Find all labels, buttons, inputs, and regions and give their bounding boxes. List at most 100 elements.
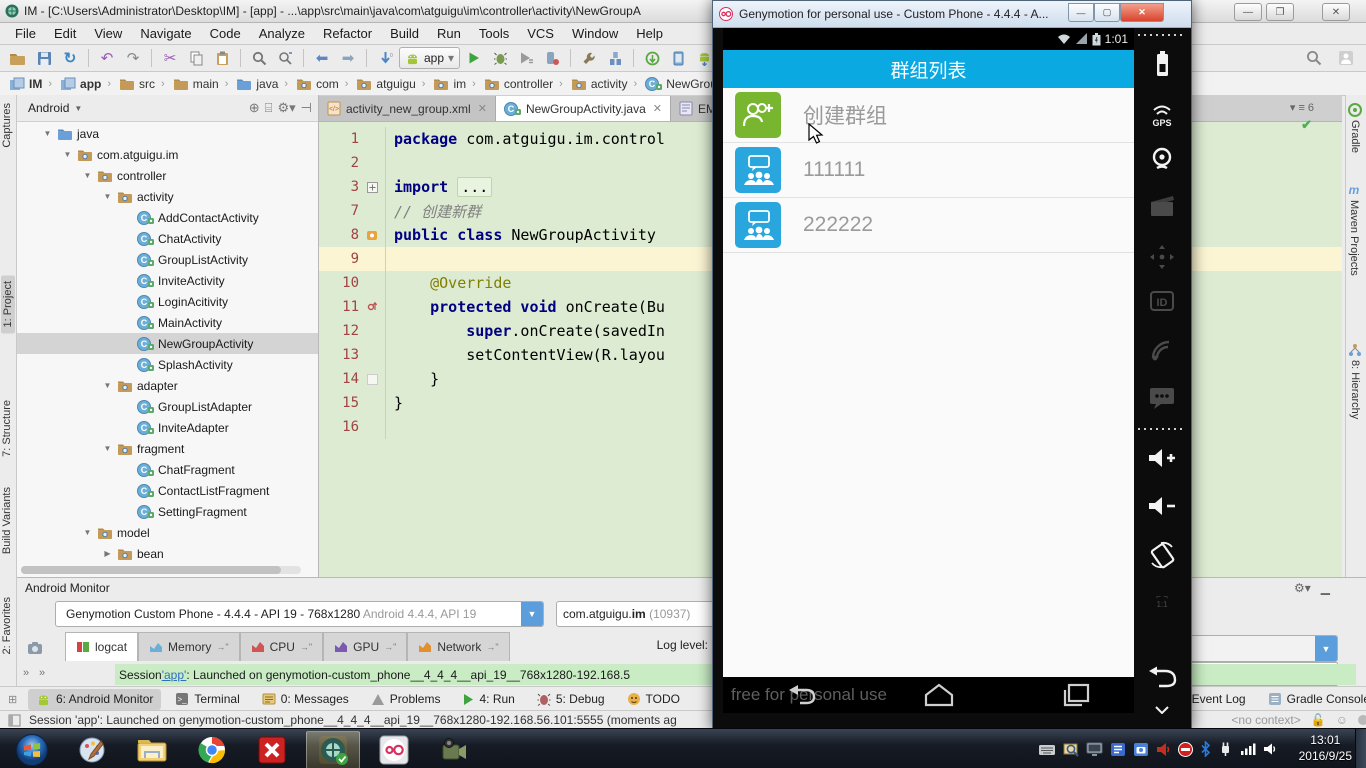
tree-item-model[interactable]: ▼ model (17, 522, 318, 543)
collapse-all-icon[interactable]: ⌸ (265, 100, 273, 116)
debug-icon[interactable] (488, 47, 512, 69)
android-back-button[interactable] (771, 681, 831, 709)
breadcrumb-com[interactable]: com › (293, 76, 353, 92)
emulator-maximize-button[interactable]: ▢ (1094, 3, 1120, 22)
breadcrumb-controller[interactable]: controller › (481, 76, 568, 92)
emulator-minimize-button[interactable]: — (1068, 3, 1094, 22)
close-tab-icon[interactable]: ✕ (478, 102, 487, 115)
expand-icon[interactable]: » (23, 667, 29, 679)
stripe-maven-projects[interactable]: m Maven Projects (1348, 183, 1360, 276)
tree-item-grouplistadapter[interactable]: C GroupListAdapter (17, 396, 318, 417)
hector-icon[interactable]: ☺ (1336, 713, 1348, 727)
inspection-widget[interactable]: ▾ ≡ 6 (1290, 101, 1314, 115)
undo-icon[interactable]: ↶ (95, 47, 119, 69)
tray-magnifier-icon[interactable] (1063, 741, 1079, 757)
hide-panel-icon[interactable]: ⊣ (301, 100, 312, 116)
genymotion-network-quality-button[interactable] (1134, 338, 1189, 362)
toolwindow-anchor-icon[interactable]: ⊞ (8, 693, 17, 706)
tree-item-inviteactivity[interactable]: C InviteActivity (17, 270, 318, 291)
run-config-selector[interactable]: app ▾ (399, 47, 461, 69)
toolwindow-todo[interactable]: TODO (619, 689, 688, 709)
tray-camera-tool-icon[interactable] (1133, 742, 1149, 757)
breadcrumb-app[interactable]: app › (57, 76, 116, 92)
stripe-1-project[interactable]: 1: Project (1, 275, 15, 334)
editor-tab-activity_new_group-xml[interactable]: </> activity_new_group.xml ✕ (319, 96, 496, 121)
breadcrumb-im[interactable]: im › (430, 76, 480, 92)
tree-item-fragment[interactable]: ▼ fragment (17, 438, 318, 459)
breadcrumb-atguigu[interactable]: atguigu › (353, 76, 430, 92)
gear-icon[interactable]: ⚙▾ (277, 100, 295, 116)
settings-wrench-icon[interactable] (577, 47, 601, 69)
editor-tab-newgroupactivity-java[interactable]: C NewGroupActivity.java ✕ (495, 96, 671, 121)
ide-close-button[interactable]: ✕ (1322, 3, 1350, 21)
group-list-item-222222[interactable]: 222222 (723, 198, 1134, 253)
tree-item-com.atguigu.im[interactable]: ▼ com.atguigu.im (17, 144, 318, 165)
menu-run[interactable]: Run (428, 24, 470, 43)
genymotion-more-button[interactable] (1134, 706, 1189, 714)
tree-item-grouplistactivity[interactable]: C GroupListActivity (17, 249, 318, 270)
project-horizontal-scrollbar[interactable] (21, 566, 301, 574)
tray-volume-icon[interactable] (1263, 742, 1278, 756)
genymotion-gps-button[interactable]: GPS (1134, 102, 1189, 128)
taskbar-app-chrome[interactable] (186, 732, 238, 768)
gear-icon[interactable]: ⚙▾ (1294, 581, 1311, 595)
genymotion-device-id-button[interactable]: ID (1134, 290, 1189, 312)
tree-item-contactlistfragment[interactable]: C ContactListFragment (17, 480, 318, 501)
show-desktop-button[interactable] (1355, 729, 1366, 768)
menu-file[interactable]: File (6, 24, 45, 43)
save-icon[interactable] (32, 47, 56, 69)
genymotion-camera-button[interactable] (1134, 146, 1189, 172)
project-view-header[interactable]: Android ▼ ⊕ ⌸ ⚙▾ ⊣ (17, 95, 318, 122)
toolwindow-toggle-icon[interactable] (8, 714, 21, 727)
back-icon[interactable]: ⬅ (310, 47, 334, 69)
tree-item-chatactivity[interactable]: C ChatActivity (17, 228, 318, 249)
tree-item-chatfragment[interactable]: C ChatFragment (17, 459, 318, 480)
tray-audio-red-icon[interactable] (1156, 742, 1171, 757)
tree-item-inviteadapter[interactable]: C InviteAdapter (17, 417, 318, 438)
menu-window[interactable]: Window (563, 24, 627, 43)
tray-keyboard-icon[interactable] (1038, 743, 1056, 756)
taskbar-app-xshell[interactable] (246, 732, 298, 768)
menu-navigate[interactable]: Navigate (131, 24, 200, 43)
genymotion-sms-button[interactable] (1134, 386, 1189, 410)
stripe-build-variants[interactable]: Build Variants (1, 487, 13, 554)
toolwindow-terminal[interactable]: >_ Terminal (167, 689, 247, 709)
toolwindow-problems[interactable]: Problems (363, 689, 449, 709)
breadcrumb-src[interactable]: src › (116, 76, 170, 92)
taskbar-app-screen-recorder[interactable] (428, 732, 480, 768)
tray-power-plug-icon[interactable] (1218, 741, 1233, 757)
genymotion-screencast-button[interactable] (1134, 194, 1189, 218)
sync-gradle-icon[interactable] (640, 47, 664, 69)
screenshot-camera-icon[interactable] (27, 641, 43, 655)
tree-item-splashactivity[interactable]: C SplashActivity (17, 354, 318, 375)
tree-item-loginacitivity[interactable]: C LoginAcitivity (17, 291, 318, 312)
android-recents-button[interactable] (1046, 681, 1106, 709)
toolwindow-6-android-monitor[interactable]: 6: Android Monitor (28, 688, 162, 710)
tree-item-controller[interactable]: ▼ controller (17, 165, 318, 186)
group-list-item-111111[interactable]: 111111 (723, 143, 1134, 198)
genymotion-volume-down-button[interactable] (1134, 494, 1189, 518)
genymotion-rotate-screen-button[interactable] (1134, 541, 1189, 569)
find-in-path-icon[interactable] (273, 47, 297, 69)
monitor-tab-network[interactable]: Network →" (407, 632, 510, 661)
toolwindow-5-debug[interactable]: 5: Debug (529, 689, 613, 709)
tree-item-adapter[interactable]: ▼ adapter (17, 375, 318, 396)
toolwindow-0-messages[interactable]: 0: Messages (254, 689, 357, 709)
coverage-icon[interactable] (514, 47, 538, 69)
menu-vcs[interactable]: VCS (518, 24, 563, 43)
breadcrumb-im[interactable]: IM › (6, 76, 57, 92)
breadcrumb-java[interactable]: java › (233, 76, 293, 92)
emulator-close-button[interactable]: ✕ (1120, 3, 1164, 22)
genymotion-battery-button[interactable] (1134, 50, 1189, 80)
expand-icon[interactable]: » (39, 667, 45, 679)
toolwindow-gradle-console[interactable]: Gradle Console (1260, 689, 1366, 709)
run-icon[interactable] (462, 47, 486, 69)
taskbar-clock[interactable]: 13:01 2016/9/25 (1299, 732, 1352, 764)
tree-item-mainactivity[interactable]: C MainActivity (17, 312, 318, 333)
build-icon[interactable] (603, 47, 627, 69)
android-home-button[interactable] (909, 681, 969, 709)
taskbar-app-start[interactable] (6, 732, 58, 768)
monitor-tab-gpu[interactable]: GPU →" (323, 632, 408, 661)
device-selector[interactable]: Genymotion Custom Phone - 4.4.4 - API 19… (55, 601, 544, 627)
ide-restore-button[interactable]: ❐ (1266, 3, 1294, 21)
